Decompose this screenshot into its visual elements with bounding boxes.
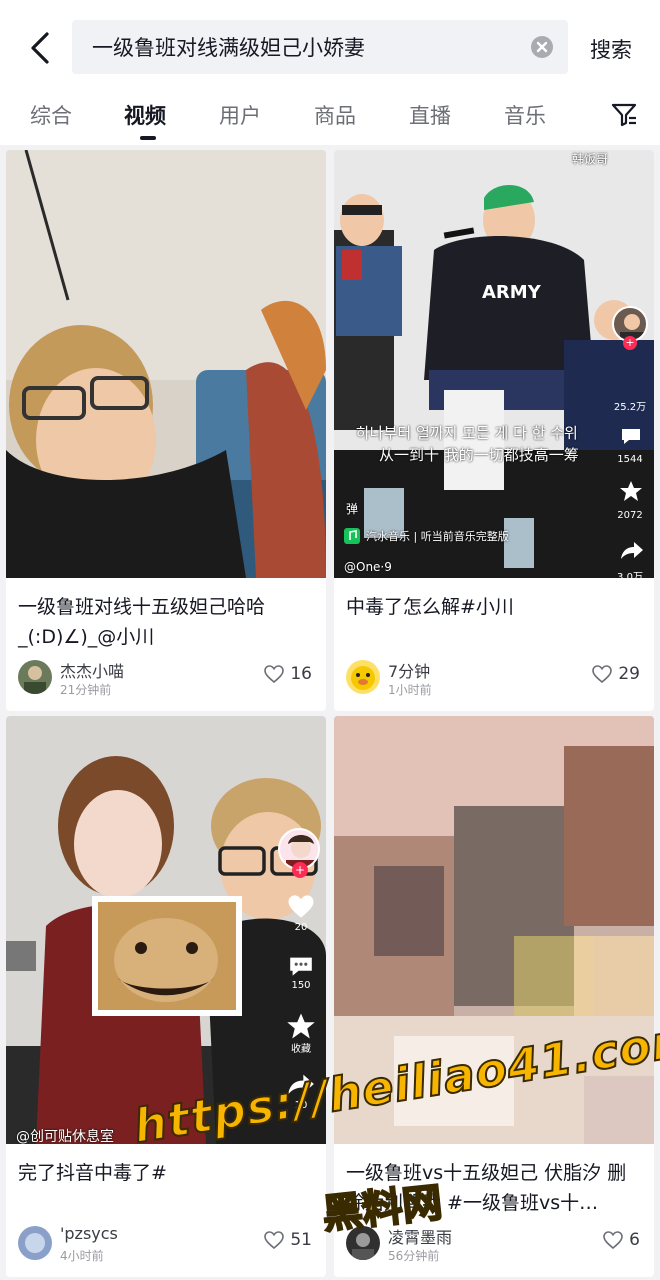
post-time: 4小时前 (60, 1249, 104, 1263)
clear-search-icon[interactable] (530, 35, 554, 59)
heart-outline-icon (264, 665, 285, 683)
avatar[interactable] (18, 660, 52, 694)
video-title: 一级鲁班对线十五级妲己哈哈_(:D)∠)_@小川 (18, 596, 266, 648)
video-title: 完了抖音中毒了# (18, 1162, 167, 1184)
post-time: 56分钟前 (388, 1249, 440, 1263)
like-stat: 25.2万 (613, 402, 647, 413)
video-title: 中毒了怎么解#小川 (346, 596, 514, 618)
like-count: 16 (290, 664, 312, 684)
star-icon[interactable] (286, 1012, 316, 1040)
comment-stat: 150 (291, 980, 311, 991)
heart-outline-icon (603, 1231, 623, 1249)
filter-icon[interactable] (610, 100, 638, 128)
music-label: 汽水音乐 | 听当前音乐完整版 (366, 530, 509, 543)
channel-watermark: 韩饭哥 (572, 152, 609, 166)
author-name[interactable]: 'pzsycs (60, 1224, 118, 1243)
follow-plus-icon[interactable]: + (292, 862, 308, 878)
shirt-text: ARMY (482, 282, 542, 303)
music-tag[interactable]: 汽水音乐 | 听当前音乐完整版 (344, 528, 509, 544)
subtitle-korean: 하나부터 열까지 모든 게 다 한 수위 (356, 424, 578, 442)
search-header: 一级鲁班对线满级妲己小娇妻 搜索 综合 视频 用户 商品 直播 音乐 (0, 0, 660, 145)
favorite-stat: 收藏 (291, 1044, 311, 1055)
like-count-group: 29 (592, 664, 640, 684)
subtitle-chinese: 从一到十 我的一切都技高一筹 (379, 446, 579, 464)
tab-video[interactable]: 视频 (124, 100, 166, 130)
back-button[interactable] (22, 28, 58, 68)
post-time: 21分钟前 (60, 683, 112, 697)
favorite-stat: 2072 (617, 510, 643, 521)
like-count: 29 (618, 664, 640, 684)
search-tabs: 综合 视频 用户 商品 直播 音乐 (0, 96, 660, 140)
avatar[interactable] (346, 660, 380, 694)
author-name[interactable]: 杰杰小喵 (60, 658, 124, 682)
active-tab-indicator (140, 136, 156, 140)
video-author-handle: @One·9 (344, 560, 392, 574)
video-thumbnail[interactable]: ARMY 韩饭哥 하나부터 열까지 모든 게 다 한 수위 从一到十 我的一切都… (334, 150, 654, 578)
like-count-group: 51 (264, 1230, 312, 1250)
like-count: 6 (629, 1230, 640, 1250)
author-name[interactable]: 7分钟 (388, 658, 430, 682)
share-stat: 3.0万 (617, 572, 643, 578)
comment-stat: 1544 (617, 454, 643, 465)
search-query-text: 一级鲁班对线满级妲己小娇妻 (92, 36, 365, 60)
share-icon[interactable] (620, 540, 644, 560)
search-input[interactable]: 一级鲁班对线满级妲己小娇妻 (72, 20, 568, 74)
comment-icon[interactable] (287, 954, 315, 978)
like-count-group: 6 (603, 1230, 640, 1250)
danmaku-label: 弹 (346, 502, 359, 516)
tab-products[interactable]: 商品 (314, 100, 356, 130)
heart-outline-icon (592, 665, 613, 683)
tab-comprehensive[interactable]: 综合 (30, 100, 72, 130)
tab-music[interactable]: 音乐 (504, 100, 546, 130)
video-result-card[interactable]: @创可贴休息室 + 20 150 收藏 10 完了抖音中毒了# 'pzsycs … (6, 716, 326, 1277)
star-icon[interactable] (619, 480, 643, 502)
chevron-left-icon (31, 32, 49, 64)
post-time: 1小时前 (388, 683, 432, 697)
video-result-card[interactable]: ARMY 韩饭哥 하나부터 열까지 모든 게 다 한 수위 从一到十 我的一切都… (334, 150, 654, 711)
comment-icon[interactable] (620, 426, 642, 446)
search-button[interactable]: 搜索 (590, 34, 632, 64)
heart-outline-icon (264, 1231, 285, 1249)
video-thumbnail[interactable] (6, 150, 326, 578)
tab-live[interactable]: 直播 (409, 100, 451, 130)
video-author-handle: @创可贴休息室 (16, 1129, 114, 1144)
video-result-card[interactable]: 一级鲁班对线十五级妲己哈哈_(:D)∠)_@小川 杰杰小喵 21分钟前 16 (6, 150, 326, 711)
like-count-group: 16 (264, 664, 312, 684)
follow-plus-icon[interactable]: + (623, 336, 637, 350)
like-count: 51 (290, 1230, 312, 1250)
like-stat: 20 (294, 922, 308, 933)
heart-filled-icon[interactable] (287, 894, 315, 919)
avatar[interactable] (18, 1226, 52, 1260)
tab-users[interactable]: 用户 (219, 100, 261, 130)
music-note-icon (344, 528, 360, 544)
